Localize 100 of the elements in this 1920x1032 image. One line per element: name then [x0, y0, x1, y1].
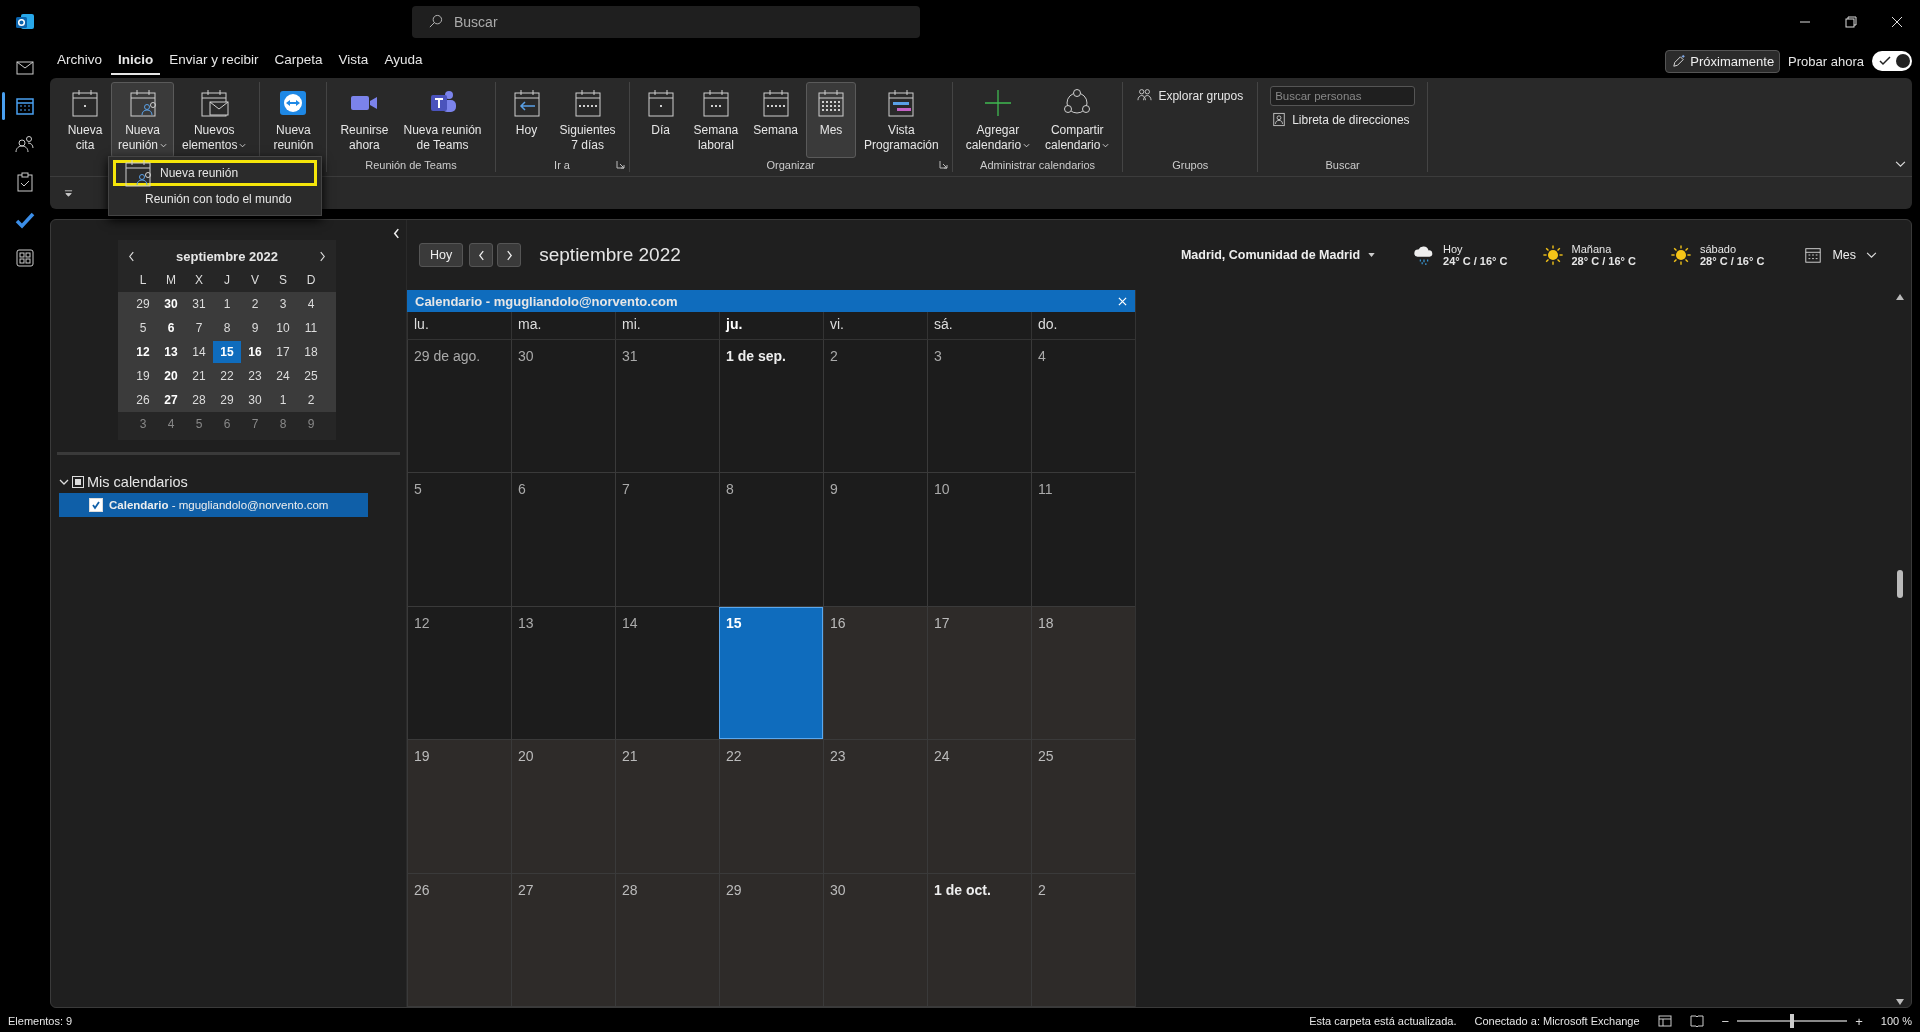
app-logo-icon[interactable]	[15, 12, 35, 32]
location-dropdown[interactable]: Madrid, Comunidad de Madrid	[1174, 247, 1382, 263]
mini-calendar-day[interactable]: 31	[185, 293, 213, 315]
ribbon-button[interactable]: Nueva reunión	[111, 82, 175, 158]
ribbon-button[interactable]: Explorar grupos	[1135, 86, 1246, 105]
day-cell[interactable]: 17	[927, 606, 1031, 740]
menu-tab[interactable]: Archivo	[50, 47, 109, 75]
mini-calendar-day[interactable]: 14	[185, 341, 213, 363]
next-button[interactable]	[497, 243, 522, 267]
day-cell[interactable]: 26	[407, 873, 511, 1007]
scroll-up-icon[interactable]	[1896, 294, 1904, 300]
menu-tab[interactable]: Vista	[331, 47, 376, 75]
mini-calendar-day[interactable]: 10	[269, 317, 297, 339]
day-cell[interactable]: 19	[407, 740, 511, 873]
ribbon-button[interactable]: Nueva cita	[60, 82, 110, 158]
ribbon-button[interactable]: Agregar calendario	[958, 82, 1038, 158]
partial-checkbox[interactable]	[72, 476, 84, 488]
mini-calendar-day[interactable]: 20	[157, 365, 185, 387]
day-cell[interactable]: 15	[719, 606, 823, 740]
calendar-icon[interactable]	[15, 96, 35, 116]
checkmark-icon[interactable]	[15, 210, 35, 230]
coming-soon-button[interactable]: Próximamente	[1665, 49, 1781, 73]
mini-calendar-day[interactable]: 6	[157, 317, 185, 339]
ribbon-button[interactable]: Siguientes 7 días	[552, 82, 623, 158]
menu-item[interactable]: Nueva reunión	[113, 160, 317, 186]
day-cell[interactable]: 16	[823, 606, 927, 740]
mini-calendar-day[interactable]: 7	[241, 413, 269, 435]
mini-calendar-day[interactable]: 9	[297, 413, 325, 435]
menu-tab[interactable]: Inicio	[111, 47, 161, 75]
day-cell[interactable]: 21	[615, 740, 719, 873]
chevron-left-icon[interactable]	[128, 250, 135, 262]
previous-button[interactable]	[469, 243, 494, 267]
ribbon-button[interactable]: Mes	[806, 82, 856, 158]
day-cell[interactable]: 23	[823, 740, 927, 873]
ribbon-button[interactable]: Vista Programación	[857, 82, 946, 158]
mini-calendar-day[interactable]: 7	[185, 317, 213, 339]
ribbon-button[interactable]: Libreta de direcciones	[1270, 110, 1416, 129]
ribbon-button[interactable]: Semana	[746, 82, 805, 158]
toggle-switch[interactable]	[1872, 51, 1912, 71]
mini-calendar-day[interactable]: 11	[297, 317, 325, 339]
normal-view-icon[interactable]	[1657, 1015, 1672, 1027]
mini-calendar-day[interactable]: 2	[241, 293, 269, 315]
day-cell[interactable]: 1 de oct.	[927, 873, 1031, 1007]
mini-calendar-day[interactable]: 1	[213, 293, 241, 315]
customize-toolbar-icon[interactable]	[64, 188, 73, 198]
ribbon-button[interactable]: Semana laboral	[686, 82, 746, 158]
apps-icon[interactable]	[15, 248, 35, 268]
mini-calendar-day[interactable]: 25	[297, 365, 325, 387]
people-icon[interactable]	[15, 134, 35, 154]
reading-view-icon[interactable]	[1689, 1015, 1704, 1027]
day-cell[interactable]: 27	[511, 873, 615, 1007]
mini-calendar-day[interactable]: 22	[213, 365, 241, 387]
menu-tab[interactable]: Carpeta	[267, 47, 330, 75]
checkbox[interactable]	[89, 498, 103, 512]
mail-icon[interactable]	[15, 58, 35, 78]
zoom-in-button[interactable]: +	[1855, 1013, 1863, 1029]
mini-calendar-day[interactable]: 30	[241, 389, 269, 411]
ribbon-button[interactable]: Nuevos elementos	[175, 82, 254, 158]
scroll-down-icon[interactable]	[1896, 999, 1904, 1005]
chevron-right-icon[interactable]	[319, 250, 326, 262]
menu-tab[interactable]: Ayuda	[377, 47, 430, 75]
day-cell[interactable]: 20	[511, 740, 615, 873]
search-people-field[interactable]: Buscar personas	[1270, 86, 1416, 106]
day-cell[interactable]: 28	[615, 873, 719, 1007]
mini-calendar-day[interactable]: 13	[157, 341, 185, 363]
day-cell[interactable]: 18	[1031, 606, 1135, 740]
mini-calendar-day[interactable]: 29	[213, 389, 241, 411]
mini-calendar-day[interactable]: 26	[129, 389, 157, 411]
mini-calendar-day[interactable]: 17	[269, 341, 297, 363]
chevron-down-icon[interactable]	[1895, 161, 1906, 168]
day-cell[interactable]: 25	[1031, 740, 1135, 873]
day-cell[interactable]: 24	[927, 740, 1031, 873]
mini-calendar-day[interactable]: 8	[213, 317, 241, 339]
menu-item[interactable]: Reunión con todo el mundo	[113, 186, 317, 212]
mini-calendar-day[interactable]: 5	[129, 317, 157, 339]
chevron-left-icon[interactable]	[393, 228, 400, 239]
mini-calendar-day[interactable]: 21	[185, 365, 213, 387]
ribbon-button[interactable]: Nueva reunión de Teams	[396, 82, 489, 158]
launcher-icon[interactable]	[615, 160, 625, 169]
mini-calendar-day[interactable]: 23	[241, 365, 269, 387]
ribbon-button[interactable]: Día	[635, 82, 686, 158]
mini-calendar-day[interactable]: 4	[297, 293, 325, 315]
menu-tab[interactable]: Enviar y recibir	[162, 47, 266, 75]
search-field[interactable]: Buscar	[412, 6, 920, 38]
mini-calendar-day[interactable]: 19	[129, 365, 157, 387]
mini-calendar-day[interactable]: 4	[157, 413, 185, 435]
calendar-item[interactable]: Calendario - mgugliandolo@norvento.com	[59, 493, 368, 517]
launcher-icon[interactable]	[938, 160, 948, 169]
mini-calendar-day[interactable]: 5	[185, 413, 213, 435]
day-cell[interactable]: 29	[719, 873, 823, 1007]
calendar-tab[interactable]: Calendario - mgugliandolo@norvento.com	[407, 290, 1135, 312]
mini-calendar-day[interactable]: 12	[129, 341, 157, 363]
chevron-down-icon[interactable]	[59, 477, 69, 487]
mini-calendar-day[interactable]: 3	[129, 413, 157, 435]
mini-calendar-day[interactable]: 30	[157, 293, 185, 315]
mini-calendar-day[interactable]: 8	[269, 413, 297, 435]
view-dropdown[interactable]: Mes	[1798, 245, 1883, 265]
mini-calendar-day[interactable]: 2	[297, 389, 325, 411]
mini-calendar-day[interactable]: 15	[213, 341, 241, 363]
day-cell[interactable]: 22	[719, 740, 823, 873]
